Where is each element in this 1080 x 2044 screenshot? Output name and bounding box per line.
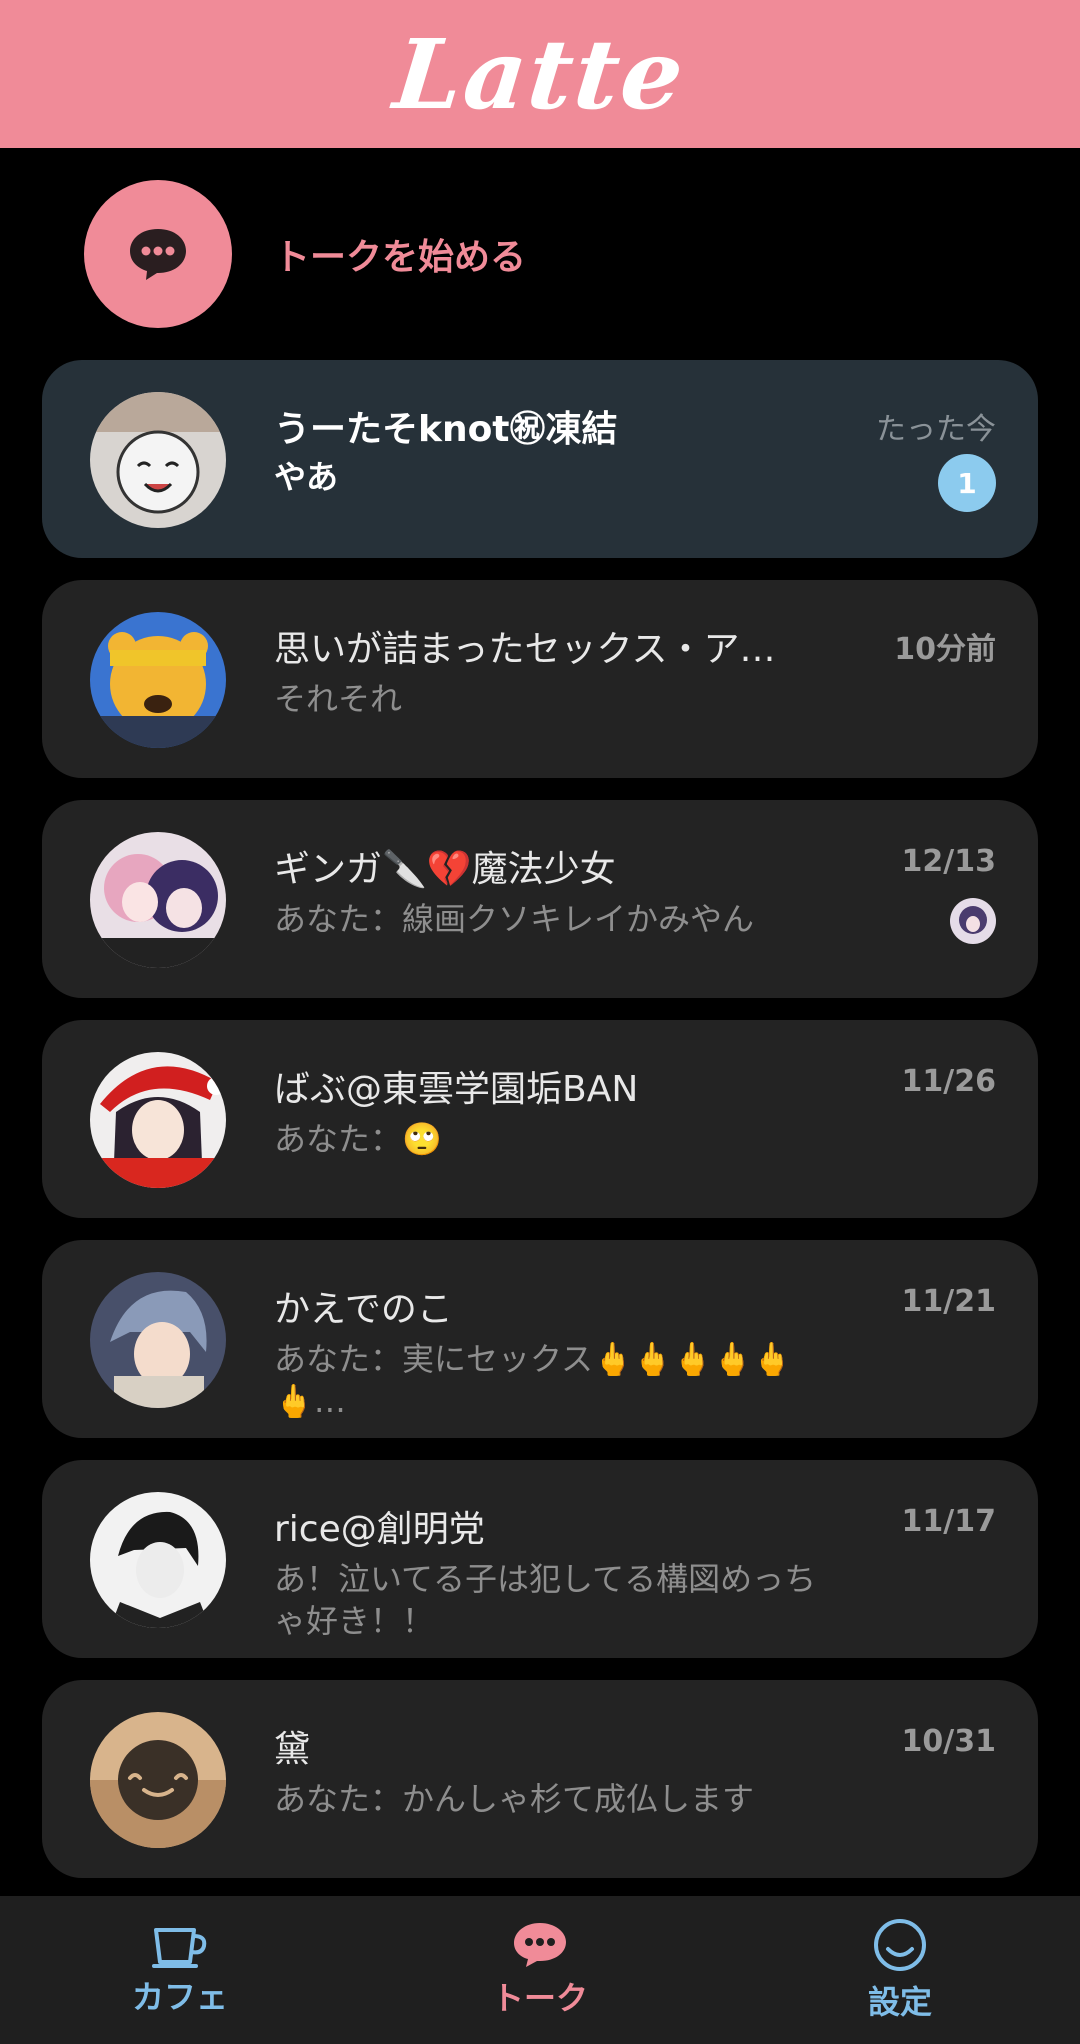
app-header: Latte (0, 0, 1080, 148)
conversation-name: 黛 (274, 1729, 311, 1770)
read-receipt-avatar (950, 898, 996, 944)
conversation-name: ギンガ🔪💔魔法少女 (274, 849, 616, 890)
avatar[interactable] (90, 1712, 226, 1848)
nav-label: カフェ (131, 1978, 228, 2016)
avatar[interactable] (90, 1272, 226, 1408)
start-talk-label[interactable]: トークを始める (274, 228, 526, 280)
conversation-time: 10分前 (894, 632, 996, 667)
chat-bubble-icon (130, 229, 186, 280)
start-talk-button[interactable]: トークを始める (84, 180, 526, 328)
nav-tab-cafe[interactable]: カフェ (0, 1896, 360, 2044)
conversation-list: うーたそknot㊗凍結 やあ たった今 1 思いが詰まったセックス・ア… それそ… (42, 360, 1038, 1900)
avatar[interactable] (90, 612, 226, 748)
nav-label: 設定 (867, 1983, 932, 2021)
conversation-last-message: あなた：かんしゃ杉て成仏します (274, 1780, 755, 1818)
conversation-time: 12/13 (901, 844, 996, 879)
bottom-navigation: カフェ トーク 設定 (0, 1896, 1080, 2044)
conversation-last-message: やあ (274, 458, 339, 496)
conversation-name: うーたそknot㊗凍結 (274, 409, 618, 450)
chat-bubble-icon (514, 1923, 566, 1967)
avatar[interactable] (90, 1052, 226, 1188)
nav-label: トーク (491, 1979, 588, 2017)
conversation-last-message: あなた：線画クソキレイかみやん (274, 900, 755, 938)
smiley-face-icon (874, 1919, 926, 1971)
conversation-last-message: あなた：実にセックス🖕🖕🖕🖕🖕🖕… (274, 1340, 793, 1420)
app-logo: Latte (389, 17, 691, 131)
conversation-item[interactable]: かえでのこ あなた：実にセックス🖕🖕🖕🖕🖕🖕… 11/21 (42, 1240, 1038, 1438)
avatar[interactable] (90, 1492, 226, 1628)
conversation-name: かえでのこ (274, 1289, 453, 1330)
conversation-time: 11/26 (901, 1064, 996, 1099)
conversation-item[interactable]: うーたそknot㊗凍結 やあ たった今 1 (42, 360, 1038, 558)
conversation-time: たった今 (876, 412, 996, 447)
conversation-item[interactable]: rice@創明党 あ！泣いてる子は犯してる構図めっちゃ好き！！ 11/17 (42, 1460, 1038, 1658)
conversation-item[interactable]: 思いが詰まったセックス・ア… それそれ 10分前 (42, 580, 1038, 778)
coffee-cup-icon (152, 1928, 207, 1968)
nav-tab-settings[interactable]: 設定 (720, 1896, 1080, 2044)
conversation-time: 11/21 (901, 1284, 996, 1319)
nav-tab-talk[interactable]: トーク (360, 1896, 720, 2044)
avatar[interactable] (90, 832, 226, 968)
conversation-time: 10/31 (901, 1724, 996, 1759)
conversation-item[interactable]: 黛 あなた：かんしゃ杉て成仏します 10/31 (42, 1680, 1038, 1878)
conversation-item[interactable]: ばぶ@東雲学園垢BAN あなた：🙄 11/26 (42, 1020, 1038, 1218)
start-talk-icon-circle[interactable] (84, 180, 232, 328)
conversation-last-message: あ！泣いてる子は犯してる構図めっちゃ好き！！ (274, 1560, 817, 1640)
conversation-name: ばぶ@東雲学園垢BAN (274, 1069, 639, 1110)
unread-badge: 1 (938, 454, 996, 512)
conversation-time: 11/17 (901, 1504, 996, 1539)
conversation-name: rice@創明党 (274, 1509, 485, 1550)
conversation-name: 思いが詰まったセックス・ア… (274, 629, 776, 670)
conversation-item[interactable]: ギンガ🔪💔魔法少女 あなた：線画クソキレイかみやん 12/13 (42, 800, 1038, 998)
conversation-last-message: それそれ (274, 680, 403, 718)
conversation-last-message: あなた：🙄 (274, 1120, 442, 1158)
avatar[interactable] (90, 392, 226, 528)
